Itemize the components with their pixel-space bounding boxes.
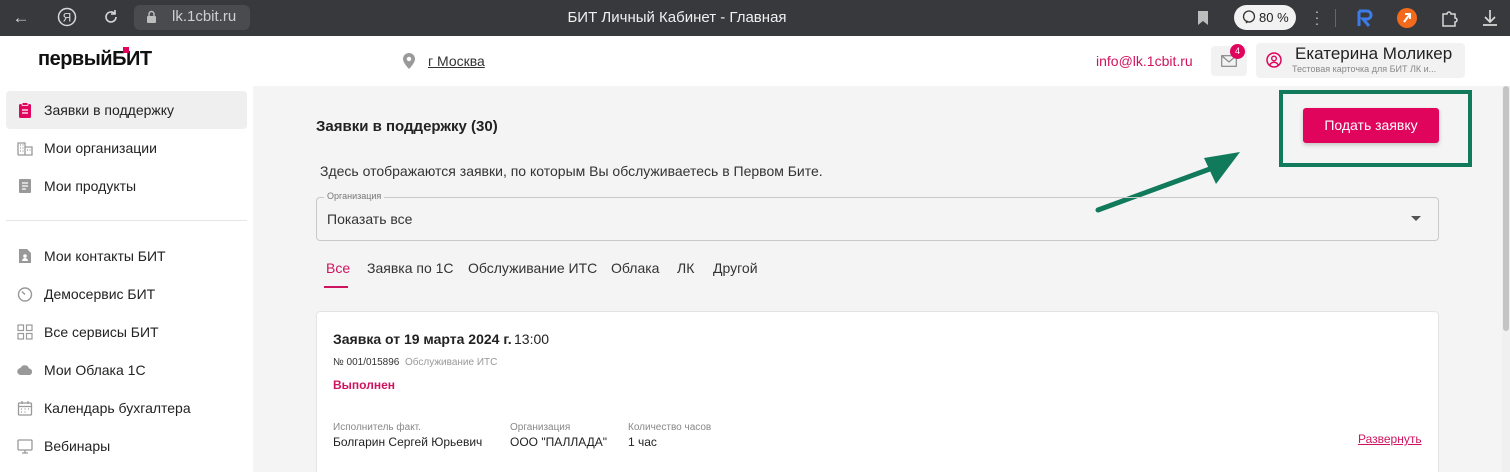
submit-request-button[interactable]: Подать заявку: [1303, 108, 1439, 143]
request-time: 13:00: [514, 331, 550, 347]
chevron-down-icon[interactable]: [1411, 216, 1421, 221]
extension-orange-icon[interactable]: [1396, 7, 1418, 29]
executor-header: Исполнитель факт.: [333, 422, 421, 433]
zoom-button[interactable]: 80 %: [1234, 5, 1296, 30]
messages-badge: 4: [1230, 44, 1245, 59]
monitor-icon: [17, 439, 33, 454]
clipboard-icon: [19, 102, 31, 118]
sidebar-item-organizations[interactable]: Мои организации: [6, 129, 247, 167]
status-badge: Выполнен: [333, 378, 395, 392]
sidebar-item-products[interactable]: Мои продукты: [6, 167, 247, 205]
extensions-puzzle-icon[interactable]: [1439, 7, 1461, 29]
scrollbar-thumb[interactable]: [1503, 86, 1509, 331]
timer-icon: [17, 287, 33, 302]
sidebar-item-label: Мои Облака 1С: [44, 362, 146, 378]
organization-select[interactable]: [316, 197, 1439, 241]
document-icon: [19, 179, 31, 193]
tab-its-service[interactable]: Обслуживание ИТС: [468, 260, 597, 276]
expand-link[interactable]: Развернуть: [1358, 432, 1422, 446]
sidebar-item-all-services[interactable]: Все сервисы БИТ: [6, 313, 247, 351]
sidebar-item-label: Вебинары: [44, 438, 111, 454]
tab-all[interactable]: Все: [326, 260, 350, 276]
grid-icon: [17, 324, 33, 340]
executor-value: Болгарин Сергей Юрьевич: [333, 435, 483, 449]
organization-value: ООО "ПАЛЛАДА": [510, 435, 608, 449]
user-profile-button[interactable]: Екатерина Моликер Тестовая карточка для …: [1256, 43, 1465, 78]
cloud-icon: [17, 365, 33, 376]
sidebar-item-demoservice[interactable]: Демосервис БИТ: [6, 275, 247, 313]
sidebar-item-label: Все сервисы БИТ: [44, 324, 159, 340]
sidebar-item-calendar[interactable]: Календарь бухгалтера: [6, 389, 247, 427]
user-name: Екатерина Моликер: [1295, 44, 1453, 63]
request-title: Заявка от 19 марта 2024 г.: [333, 331, 512, 347]
calendar-icon: [17, 401, 33, 416]
sidebar-item-webinars[interactable]: Вебинары: [6, 427, 247, 465]
contact-file-icon: [19, 249, 31, 263]
sidebar-item-label: Мои организации: [44, 140, 157, 156]
tab-clouds[interactable]: Облака: [611, 260, 659, 276]
hours-header: Количество часов: [628, 422, 712, 433]
zoom-level: 80 %: [1259, 10, 1289, 25]
tab-other[interactable]: Другой: [713, 260, 758, 276]
page-tab-title: БИТ Личный Кабинет - Главная: [567, 9, 787, 26]
bookmark-icon[interactable]: [1197, 10, 1209, 26]
sidebar: Заявки в поддержку Мои организации Мои п…: [0, 86, 253, 472]
logo[interactable]: первыйБИТ: [38, 47, 152, 71]
organization-header: Организация: [510, 422, 571, 433]
city-link[interactable]: г Москва: [428, 53, 485, 69]
sidebar-item-contacts[interactable]: Мои контакты БИТ: [6, 237, 247, 275]
menu-kebab-icon[interactable]: · · ·: [1314, 4, 1320, 30]
sidebar-item-label: Демосервис БИТ: [44, 286, 156, 302]
organization-select-label: Организация: [324, 191, 385, 201]
organization-select-value[interactable]: Показать все: [327, 211, 412, 227]
request-number: № 001/015896: [333, 357, 400, 368]
sidebar-item-clouds[interactable]: Мои Облака 1С: [6, 351, 247, 389]
site-header: первыйБИТ г Москва info@lk.1cbit.ru 4 Ек…: [0, 36, 1510, 86]
sidebar-item-label: Мои контакты БИТ: [44, 248, 166, 264]
sidebar-item-label: Календарь бухгалтера: [44, 400, 191, 416]
page-scrollbar[interactable]: [1502, 86, 1510, 472]
toolbar-separator: [1335, 9, 1336, 27]
hours-value: 1 час: [628, 435, 657, 449]
downloads-icon[interactable]: [1479, 7, 1501, 29]
sidebar-item-support-requests[interactable]: Заявки в поддержку: [6, 91, 247, 129]
location-pin-icon: [403, 53, 415, 69]
extension-r-icon[interactable]: [1354, 7, 1376, 29]
user-subtitle: Тестовая карточка для БИТ ЛК и...: [1292, 64, 1437, 74]
zoom-icon: [1242, 10, 1256, 24]
support-email-link[interactable]: info@lk.1cbit.ru: [1096, 53, 1193, 69]
sidebar-divider: [6, 220, 247, 221]
tab-lk[interactable]: ЛК: [677, 260, 694, 276]
browser-toolbar: ← Я lk.1cbit.ru БИТ Личный Кабинет - Гла…: [0, 0, 1510, 36]
page-title: Заявки в поддержку (30): [316, 118, 498, 135]
logo-dot: [123, 47, 129, 53]
active-tab-indicator: [324, 286, 348, 288]
building-icon: [17, 142, 33, 156]
sidebar-item-label: Заявки в поддержку: [44, 102, 175, 118]
user-avatar-icon: [1266, 52, 1282, 68]
tab-1c-request[interactable]: Заявка по 1С: [367, 260, 454, 276]
sidebar-item-label: Мои продукты: [44, 178, 137, 194]
page-description: Здесь отображаются заявки, по которым Вы…: [320, 163, 823, 179]
request-type: Обслуживание ИТС: [405, 357, 498, 368]
